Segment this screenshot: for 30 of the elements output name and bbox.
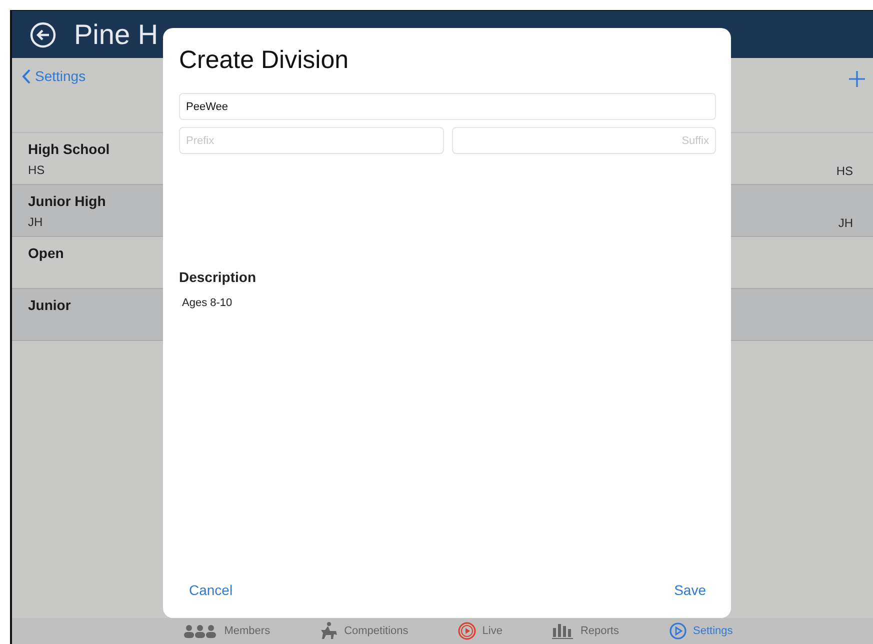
division-code: HS xyxy=(28,163,46,177)
name-field[interactable]: PeeWee xyxy=(179,93,716,120)
add-icon xyxy=(849,71,865,87)
horse-rider-icon xyxy=(320,622,338,640)
division-suffix: HS xyxy=(836,164,853,178)
division-name: Junior High xyxy=(28,193,106,209)
save-button[interactable]: Save xyxy=(674,582,706,598)
tab[interactable]: Reports xyxy=(552,623,619,639)
chevron-left-icon xyxy=(22,68,31,84)
app-title: Pine H xyxy=(74,18,158,50)
description-label: Description xyxy=(179,269,258,285)
people-icon xyxy=(182,624,218,638)
division-name: Junior xyxy=(28,297,71,313)
back-link[interactable]: Settings xyxy=(22,68,86,84)
division-suffix: JH xyxy=(838,216,853,230)
back-circle-icon[interactable] xyxy=(30,22,56,48)
dialog-title: Create Division xyxy=(179,46,350,75)
tab[interactable]: Settings xyxy=(669,622,733,640)
description-text[interactable]: Ages 8-10 xyxy=(182,297,716,309)
division-name: Open xyxy=(28,245,64,261)
division-code: JH xyxy=(28,215,44,229)
tab[interactable]: Members xyxy=(182,624,270,638)
play-circle-icon xyxy=(458,622,476,640)
bar-chart-icon xyxy=(552,623,574,639)
prefix-field[interactable]: Prefix xyxy=(179,127,444,154)
suffix-field[interactable]: Suffix xyxy=(452,127,716,154)
cancel-button[interactable]: Cancel xyxy=(189,582,233,598)
tab[interactable]: Competitions xyxy=(320,622,408,640)
tab[interactable]: Live xyxy=(458,622,502,640)
division-name: High School xyxy=(28,141,110,157)
